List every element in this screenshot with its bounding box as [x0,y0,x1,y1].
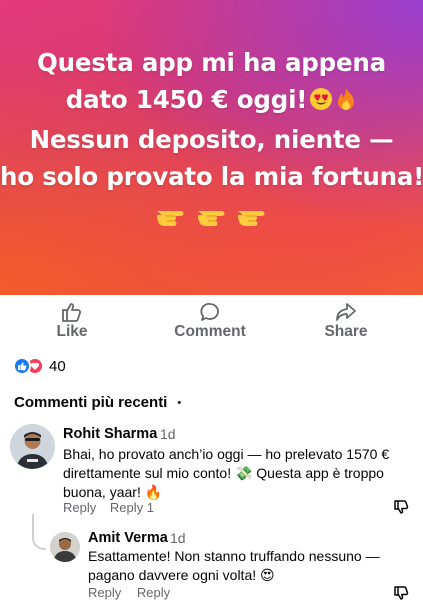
post-action-bar: Like Comment Share [0,300,423,345]
reply-button[interactable]: Reply [63,500,96,515]
banner-line-3: Nessun deposito, niente — [29,125,394,154]
comment-author[interactable]: Amit Verma [88,530,168,546]
post-banner: Questa app mi ha appena dato 1450 € oggi… [0,0,423,295]
fire-emoji-icon [335,84,357,121]
like-button[interactable]: Like [22,300,122,345]
share-arrow-icon [335,302,357,322]
reply-button-2[interactable]: Reply [137,585,170,600]
reaction-count: 40 [49,357,66,375]
banner-line-2: dato 1450 € oggi! [65,85,308,114]
banner-line-2-wrap: dato 1450 € oggi! [0,81,423,121]
comment-age[interactable]: 1d [160,426,176,442]
share-button[interactable]: Share [296,300,396,345]
speech-bubble-icon [199,302,221,322]
comment-label: Comment [174,323,246,340]
thumbs-up-icon [61,302,83,322]
comment-sort-label: Commenti più recenti [14,394,168,411]
chevron-down-icon: • [177,396,182,409]
comment-sort-dropdown[interactable]: Commenti più recenti • [14,394,181,411]
reply-thread-line [32,514,46,550]
comment-button[interactable]: Comment [160,300,260,345]
like-reaction-icon [13,357,31,375]
pointing-hand-icon [155,205,187,232]
avatar[interactable] [10,424,55,469]
comment-meta: Reply Reply [88,585,170,600]
pointing-hand-icon [236,205,268,232]
like-label: Like [56,323,88,340]
banner-line-4: ho solo provato la mia fortuna! [0,162,423,191]
heart-eyes-emoji-icon [309,84,333,121]
view-replies-button[interactable]: Reply 1 [110,500,154,515]
comment-text: Esattamente! Non stanno truffando nessun… [88,548,380,583]
thumbs-down-icon[interactable] [393,499,409,515]
banner-text: Questa app mi ha appena dato 1450 € oggi… [0,44,423,195]
reactions-summary[interactable]: 40 [13,356,66,376]
pointing-hands-row [0,205,423,232]
comment-meta: Reply Reply 1 [63,500,154,515]
thumbs-down-icon[interactable] [393,585,409,600]
pointing-hand-icon [196,205,228,232]
reply-button[interactable]: Reply [88,585,121,600]
comment-text: Bhai, ho provato anch’io oggi — ho prele… [63,446,390,500]
banner-line-1: Questa app mi ha appena [37,48,386,77]
comment-author[interactable]: Rohit Sharma [63,426,157,442]
share-label: Share [324,323,368,340]
avatar[interactable] [50,532,80,562]
comment-age[interactable]: 1d [170,530,186,546]
